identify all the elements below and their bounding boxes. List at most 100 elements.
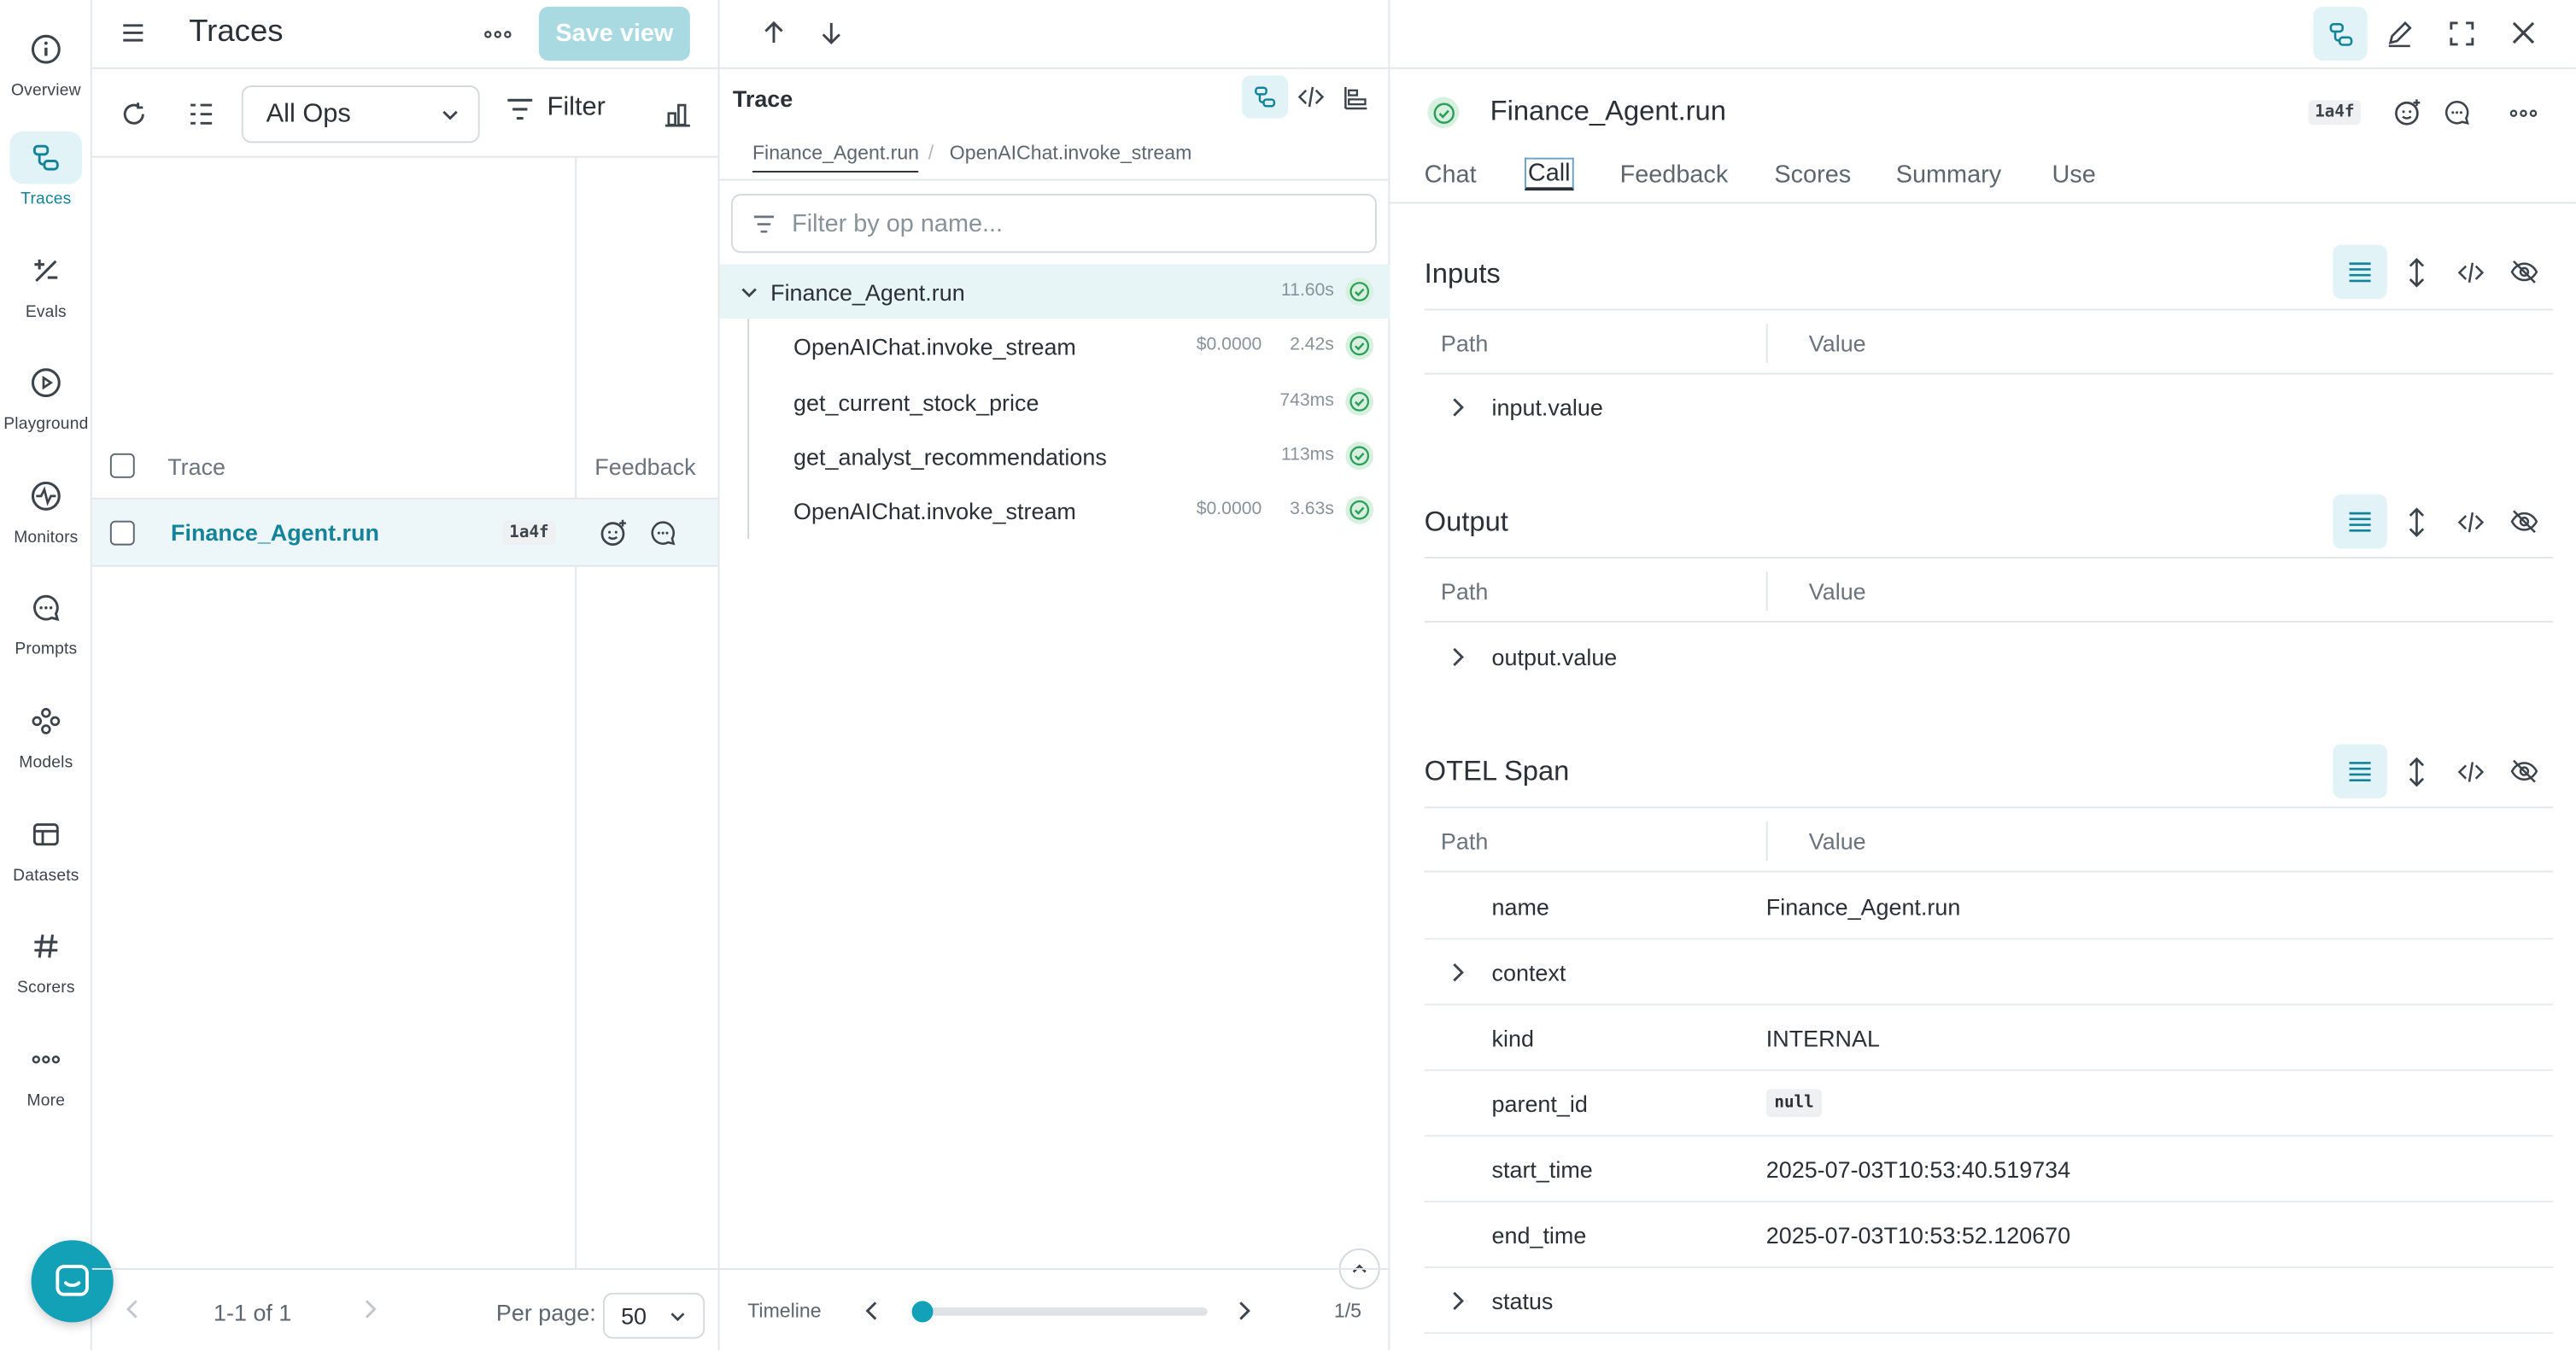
chevron-right-icon[interactable] <box>1449 962 1466 982</box>
code-icon[interactable] <box>2443 744 2497 798</box>
nav-label: Prompts <box>15 640 78 659</box>
tree-node[interactable]: get_current_stock_price 743ms <box>719 375 1390 429</box>
chevron-down-icon <box>440 105 460 125</box>
chevron-down-icon[interactable] <box>740 283 759 302</box>
grid-row[interactable]: name Finance_Agent.run <box>1424 874 2554 940</box>
timeline-slider-track[interactable] <box>922 1307 1208 1316</box>
grid-row[interactable]: status <box>1424 1268 2554 1334</box>
save-view-button[interactable]: Save view <box>538 6 690 61</box>
grid-row[interactable]: output.value <box>1425 624 2553 690</box>
timeline-slider-handle[interactable] <box>911 1301 934 1323</box>
tab-call[interactable]: Call <box>1525 157 1574 191</box>
grid-row[interactable]: parent_id null <box>1424 1071 2554 1138</box>
column-divider <box>575 157 577 1268</box>
grid-row[interactable]: context <box>1424 939 2554 1006</box>
nav-item-models[interactable]: Models <box>0 695 92 797</box>
nav-item-traces[interactable]: Traces <box>0 131 92 233</box>
nav-label: More <box>26 1092 66 1111</box>
trace-name-link[interactable]: Finance_Agent.run <box>171 519 379 546</box>
edit-pencil-icon[interactable] <box>2386 20 2414 48</box>
select-all-checkbox[interactable] <box>109 453 135 478</box>
hamburger-menu-icon[interactable] <box>120 20 146 46</box>
grid-row[interactable]: input.value <box>1425 375 2553 441</box>
tab-use[interactable]: Use <box>2052 161 2095 190</box>
chart-icon[interactable] <box>664 100 692 128</box>
nav-item-scorers[interactable]: Scorers <box>0 920 92 1021</box>
tree-node[interactable]: OpenAIChat.invoke_stream $0.0000 2.42s <box>719 319 1390 372</box>
breadcrumb-item[interactable]: Finance_Agent.run <box>752 141 920 173</box>
nav-item-evals[interactable]: Evals <box>0 245 92 347</box>
tab-feedback[interactable]: Feedback <box>1620 161 1729 190</box>
expand-vertical-icon[interactable] <box>2389 245 2443 299</box>
grid-row-key: input.value <box>1491 394 1603 421</box>
grid-row[interactable]: end_time 2025-07-03T10:53:52.120670 <box>1424 1202 2554 1268</box>
output-grid-header: Path Value <box>1424 557 2554 623</box>
next-page-icon[interactable] <box>361 1299 378 1319</box>
tree-node[interactable]: OpenAIChat.invoke_stream $0.0000 3.63s <box>719 483 1390 537</box>
pagination: 1-1 of 1 Per page: 50 <box>91 1267 718 1350</box>
hide-eye-icon[interactable] <box>2497 744 2551 798</box>
tree-node-duration: 113ms <box>1280 445 1334 465</box>
code-icon[interactable] <box>2443 245 2497 299</box>
nav-item-prompts[interactable]: Prompts <box>0 582 92 683</box>
tree-node[interactable]: Finance_Agent.run 11.60s <box>719 264 1390 319</box>
traces-icon <box>1252 84 1279 110</box>
tab-summary[interactable]: Summary <box>1896 161 2001 190</box>
nav-item-more[interactable]: More <box>0 1033 92 1135</box>
trace-tree-panel: Trace Finance_Agent.run / OpenAIChat.inv… <box>719 0 1390 1351</box>
list-view-icon[interactable] <box>2333 494 2387 549</box>
more-options-icon[interactable] <box>483 21 513 48</box>
filter-icon <box>506 96 534 121</box>
ops-select[interactable]: All Ops <box>241 85 480 143</box>
filter-button[interactable]: Filter <box>506 94 606 124</box>
row-checkbox[interactable] <box>109 520 135 546</box>
chevron-right-icon[interactable] <box>1449 647 1466 667</box>
traces-table-header: Trace Feedback <box>91 434 718 500</box>
table-row[interactable]: Finance_Agent.run 1a4f <box>91 499 718 567</box>
column-header-feedback[interactable]: Feedback <box>594 453 695 480</box>
add-reaction-icon[interactable] <box>2394 98 2422 126</box>
add-reaction-icon[interactable] <box>600 519 628 547</box>
grid-row[interactable]: start_time 2025-07-03T10:53:40.519734 <box>1424 1137 2554 1203</box>
columns-icon[interactable] <box>187 100 215 128</box>
value-column-header: Value <box>1808 330 1866 357</box>
code-icon[interactable] <box>2443 494 2497 548</box>
code-icon[interactable] <box>1297 85 1325 108</box>
column-header-trace[interactable]: Trace <box>167 453 225 480</box>
grid-row-value: 2025-07-03T10:53:40.519734 <box>1765 1156 2071 1183</box>
chevron-right-icon[interactable] <box>1449 1291 1466 1311</box>
breadcrumb-item[interactable]: OpenAIChat.invoke_stream <box>950 141 1192 164</box>
nav-label: Datasets <box>13 867 79 886</box>
fullscreen-icon[interactable] <box>2448 20 2476 48</box>
expand-vertical-icon[interactable] <box>2389 744 2443 798</box>
hide-eye-icon[interactable] <box>2497 494 2551 548</box>
op-filter-input[interactable]: Filter by op name... <box>730 193 1377 254</box>
grid-row[interactable]: kind INTERNAL <box>1424 1005 2554 1072</box>
trace-view-toggle[interactable] <box>2313 6 2368 61</box>
close-icon[interactable] <box>2510 20 2537 46</box>
tab-scores[interactable]: Scores <box>1774 161 1851 190</box>
timeline-chart-icon[interactable] <box>1344 85 1368 110</box>
comment-icon[interactable] <box>2443 98 2471 126</box>
list-view-icon[interactable] <box>2333 244 2387 300</box>
nav-item-overview[interactable]: Overview <box>0 23 92 125</box>
more-options-icon[interactable] <box>2509 107 2538 120</box>
traces-icon <box>2326 19 2356 49</box>
nav-item-datasets[interactable]: Datasets <box>0 808 92 909</box>
nav-item-playground[interactable]: Playground <box>0 356 92 458</box>
refresh-icon[interactable] <box>120 100 148 128</box>
expand-vertical-icon[interactable] <box>2389 494 2443 548</box>
tab-chat[interactable]: Chat <box>1425 161 1477 190</box>
tree-node[interactable]: get_analyst_recommendations 113ms <box>719 429 1390 482</box>
chevron-right-icon[interactable] <box>1449 397 1466 417</box>
timeline-next-icon[interactable] <box>1235 1301 1251 1320</box>
per-page-select[interactable]: 50 <box>602 1292 705 1339</box>
grid-row-key: name <box>1491 893 1549 921</box>
list-view-icon[interactable] <box>2333 744 2387 798</box>
nav-item-monitors[interactable]: Monitors <box>0 470 92 571</box>
timeline-prev-icon[interactable] <box>864 1301 881 1320</box>
prev-page-icon[interactable] <box>125 1299 141 1319</box>
tree-view-toggle[interactable] <box>1242 75 1289 119</box>
comment-icon[interactable] <box>649 519 677 547</box>
hide-eye-icon[interactable] <box>2497 245 2551 299</box>
